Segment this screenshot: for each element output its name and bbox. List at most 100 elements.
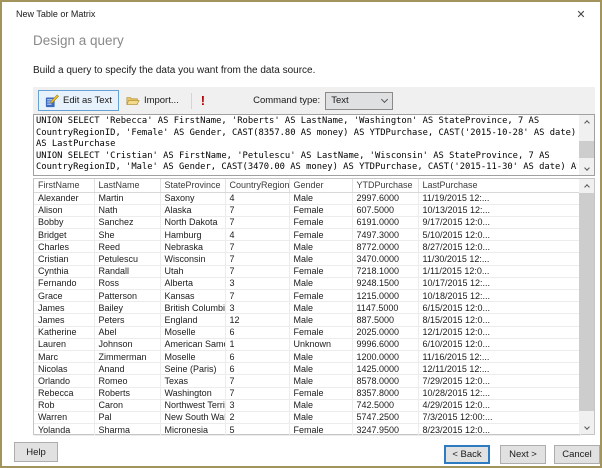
table-row[interactable]: Nicolas Anand Seine (Paris) 6 Male 1425.0000 1…	[34, 362, 581, 376]
table-cell: Johnson	[94, 338, 161, 351]
table-cell: 2025.0000	[352, 326, 419, 339]
back-button[interactable]: < Back	[444, 445, 490, 464]
table-row[interactable]: RobCaronNorthwest Terri...3Male742.50004…	[34, 399, 581, 412]
table-cell: Utah	[160, 265, 226, 278]
table-cell: 1/11/2015 12:0...	[418, 265, 581, 278]
table-cell: Northwest Terri...	[160, 399, 226, 412]
table-row[interactable]: Bridget She Hamburg 4 Female 7497.3000 5/10/20…	[34, 228, 581, 242]
query-text-editor[interactable]: UNION SELECT 'Rebecca' AS FirstName, 'Ro…	[33, 114, 595, 176]
table-cell: Moselle	[160, 350, 226, 364]
scroll-up-icon[interactable]	[579, 179, 594, 192]
table-cell: 7/29/2015 12:0...	[418, 374, 581, 388]
column-header[interactable]: StateProvince	[160, 179, 226, 193]
table-row[interactable]: Yolanda Sharma Micronesia 5 Female 3247.9500 8…	[34, 423, 581, 437]
table-cell: Male	[289, 313, 353, 327]
column-header[interactable]: LastName	[94, 179, 161, 193]
table-cell: Micronesia	[160, 423, 226, 437]
scroll-down-icon[interactable]	[579, 421, 594, 434]
import-button[interactable]: Import...	[119, 90, 186, 111]
table-row[interactable]: Orlando Romeo Texas 7 Male 8578.0000 7/29/2015…	[34, 374, 581, 388]
column-header[interactable]: LastPurchase	[418, 179, 581, 193]
table-cell: Anand	[94, 362, 161, 376]
table-cell: 8772.0000	[352, 240, 419, 254]
table-cell: Male	[289, 252, 353, 266]
table-cell: Reed	[94, 240, 161, 254]
table-cell: Female	[289, 326, 353, 339]
table-row[interactable]: Alison Nath Alaska 7 Female 607.5000 10/13/201…	[34, 204, 581, 217]
table-cell: Grace	[34, 289, 95, 303]
table-cell: Female	[289, 387, 353, 400]
page-title: Design a query	[33, 33, 124, 48]
table-cell: 1	[225, 338, 290, 351]
table-row[interactable]: James Peters England 12 Male 887.5000 8/15/201…	[34, 313, 581, 327]
table-cell: 7	[225, 374, 290, 388]
table-cell: 4	[225, 192, 290, 205]
table-row[interactable]: LaurenJohnsonAmerican Samoa1Unknown9996.…	[34, 338, 581, 351]
table-cell: Alaska	[160, 204, 226, 217]
table-cell: 6191.0000	[352, 216, 419, 230]
table-cell: Male	[289, 411, 353, 425]
edit-as-text-button[interactable]: Edit as Text	[38, 90, 119, 111]
table-cell: 12	[225, 313, 290, 327]
grid-body: Alexander Martin Saxony 4 Male 2997.6000 11/19…	[34, 192, 581, 437]
command-type-dropdown[interactable]: Text	[325, 91, 394, 110]
table-cell: Kansas	[160, 289, 226, 303]
grid-scrollbar[interactable]	[579, 179, 594, 434]
table-row[interactable]: Alexander Martin Saxony 4 Male 2997.6000 11/19…	[34, 192, 581, 205]
table-cell: Peters	[94, 313, 161, 327]
page-subtitle: Build a query to specify the data you wa…	[33, 65, 316, 76]
query-scrollbar[interactable]	[579, 115, 594, 175]
table-cell: Hamburg	[160, 228, 226, 242]
table-cell: Male	[289, 301, 353, 315]
cancel-button[interactable]: Cancel	[554, 445, 600, 464]
table-cell: Cristian	[34, 252, 95, 266]
table-cell: 10/13/2015 12:...	[418, 204, 581, 217]
results-table: FirstName LastName StateProvince CountryReg…	[34, 179, 581, 437]
table-cell: 7497.3000	[352, 228, 419, 242]
table-cell: 2	[225, 411, 290, 425]
table-row[interactable]: Cynthia Randall Utah 7 Female 7218.1000 1/11/2…	[34, 265, 581, 278]
table-cell: 1200.0000	[352, 350, 419, 364]
table-cell: 8/23/2015 12:0...	[418, 423, 581, 437]
table-cell: 11/16/2015 12:...	[418, 350, 581, 364]
table-cell: 3247.9500	[352, 423, 419, 437]
table-row[interactable]: WarrenPalNew South Wales2Male5747.25007/…	[34, 411, 581, 425]
query-text[interactable]: UNION SELECT 'Rebecca' AS FirstName, 'Ro…	[36, 116, 577, 174]
table-cell: 1425.0000	[352, 362, 419, 376]
table-cell: American Samoa	[160, 338, 226, 351]
table-cell: Sanchez	[94, 216, 161, 230]
validate-query-icon[interactable]: !	[197, 93, 209, 108]
close-icon[interactable]: ✕	[573, 7, 589, 23]
table-cell: James	[34, 301, 95, 315]
table-cell: 4	[225, 228, 290, 242]
table-cell: Male	[289, 374, 353, 388]
table-cell: Cynthia	[34, 265, 95, 278]
table-row[interactable]: Charles Reed Nebraska 7 Male 8772.0000 8/27/20…	[34, 240, 581, 254]
column-header[interactable]: Gender	[289, 179, 353, 193]
scroll-down-icon[interactable]	[579, 162, 594, 175]
table-cell: 6/15/2015 12:0...	[418, 301, 581, 315]
column-header[interactable]: FirstName	[34, 179, 95, 193]
table-cell: Female	[289, 265, 353, 278]
table-cell: Texas	[160, 374, 226, 388]
next-button[interactable]: Next >	[500, 445, 546, 464]
table-cell: 5	[225, 423, 290, 437]
table-cell: 3	[225, 277, 290, 291]
table-row[interactable]: James Bailey British Columbia 3 Male 1147.500…	[34, 301, 581, 315]
table-row[interactable]: Fernando Ross Alberta 3 Male 9248.1500 10/17/2…	[34, 277, 581, 291]
table-row[interactable]: Katherine Abel Moselle 6 Female 2025.0000 12/1…	[34, 326, 581, 339]
table-row[interactable]: Marc Zimmerman Moselle 6 Male 1200.0000 11/16/…	[34, 350, 581, 364]
table-row[interactable]: Rebecca Roberts Washington 7 Female 8357.8000…	[34, 387, 581, 400]
scrollbar-thumb[interactable]	[579, 193, 594, 411]
edit-as-text-icon	[45, 93, 59, 107]
scroll-up-icon[interactable]	[579, 115, 594, 128]
column-header[interactable]: YTDPurchase	[352, 179, 419, 193]
column-header[interactable]: CountryRegionID	[225, 179, 290, 193]
table-cell: 11/30/2015 12:...	[418, 252, 581, 266]
scrollbar-thumb[interactable]	[579, 141, 594, 158]
table-row[interactable]: Grace Patterson Kansas 7 Female 1215.0000 10/1…	[34, 289, 581, 303]
table-cell: 1215.0000	[352, 289, 419, 303]
help-button[interactable]: Help	[14, 442, 58, 462]
table-row[interactable]: Bobby Sanchez North Dakota 7 Female 6191.0000…	[34, 216, 581, 230]
table-row[interactable]: Cristian Petulescu Wisconsin 7 Male 3470.0000…	[34, 252, 581, 266]
